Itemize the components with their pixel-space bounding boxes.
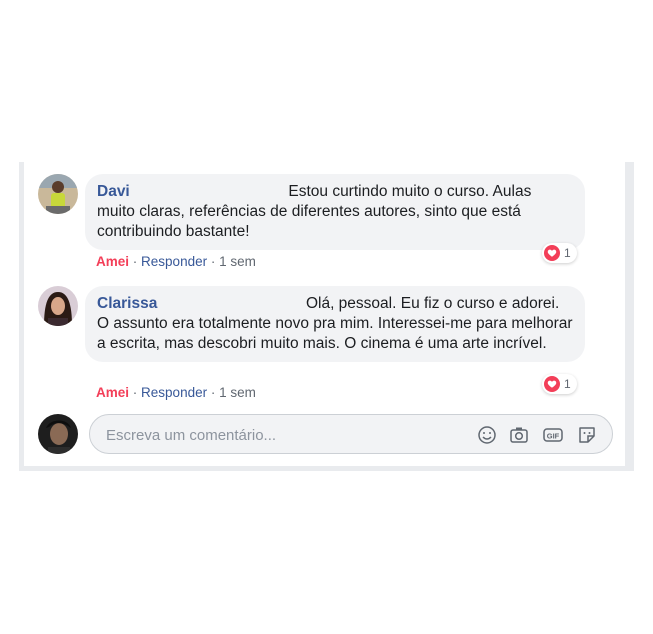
comment-input[interactable]	[104, 415, 448, 455]
reaction-count: 1	[564, 377, 571, 391]
comment-actions: Amei · Responder · 1 sem	[96, 385, 256, 400]
love-heart-icon	[544, 245, 560, 261]
reaction-summary[interactable]: 1	[542, 243, 577, 263]
camera-icon[interactable]	[508, 424, 530, 446]
love-reaction-button[interactable]: Amei	[96, 385, 129, 400]
current-user-avatar[interactable]	[38, 414, 78, 454]
reaction-count: 1	[564, 246, 571, 260]
comments-panel: Davi Estou curtindo muito o curso. Aulas…	[19, 162, 634, 471]
separator: ·	[210, 254, 216, 269]
svg-text:GIF: GIF	[547, 432, 560, 441]
love-reaction-button[interactable]: Amei	[96, 254, 129, 269]
comment-bubble: Clarissa Olá, pessoal. Eu fiz o curso e …	[85, 286, 585, 362]
comment-composer[interactable]: GIF	[89, 414, 613, 455]
separator: ·	[132, 254, 138, 269]
comment-timestamp[interactable]: 1 sem	[219, 254, 256, 269]
reaction-summary[interactable]: 1	[542, 374, 577, 394]
emoji-icon[interactable]	[476, 424, 498, 446]
comment-text: Estou curtindo muito o curso. Aulas muit…	[97, 183, 532, 240]
avatar-clarissa[interactable]	[38, 286, 78, 326]
comment-text: Olá, pessoal. Eu fiz o curso e adorei. O…	[97, 295, 573, 352]
gif-icon[interactable]: GIF	[542, 424, 564, 446]
reply-button[interactable]: Responder	[141, 385, 207, 400]
comment-author[interactable]: Davi	[97, 183, 130, 200]
avatar-davi[interactable]	[38, 174, 78, 214]
comments-list: Davi Estou curtindo muito o curso. Aulas…	[24, 162, 625, 466]
comment-bubble: Davi Estou curtindo muito o curso. Aulas…	[85, 174, 585, 250]
comment-timestamp[interactable]: 1 sem	[219, 385, 256, 400]
reply-button[interactable]: Responder	[141, 254, 207, 269]
separator: ·	[210, 385, 216, 400]
love-heart-icon	[544, 376, 560, 392]
sticker-icon[interactable]	[576, 424, 598, 446]
comment-actions: Amei · Responder · 1 sem	[96, 254, 256, 269]
separator: ·	[132, 385, 138, 400]
comment-author[interactable]: Clarissa	[97, 295, 157, 312]
